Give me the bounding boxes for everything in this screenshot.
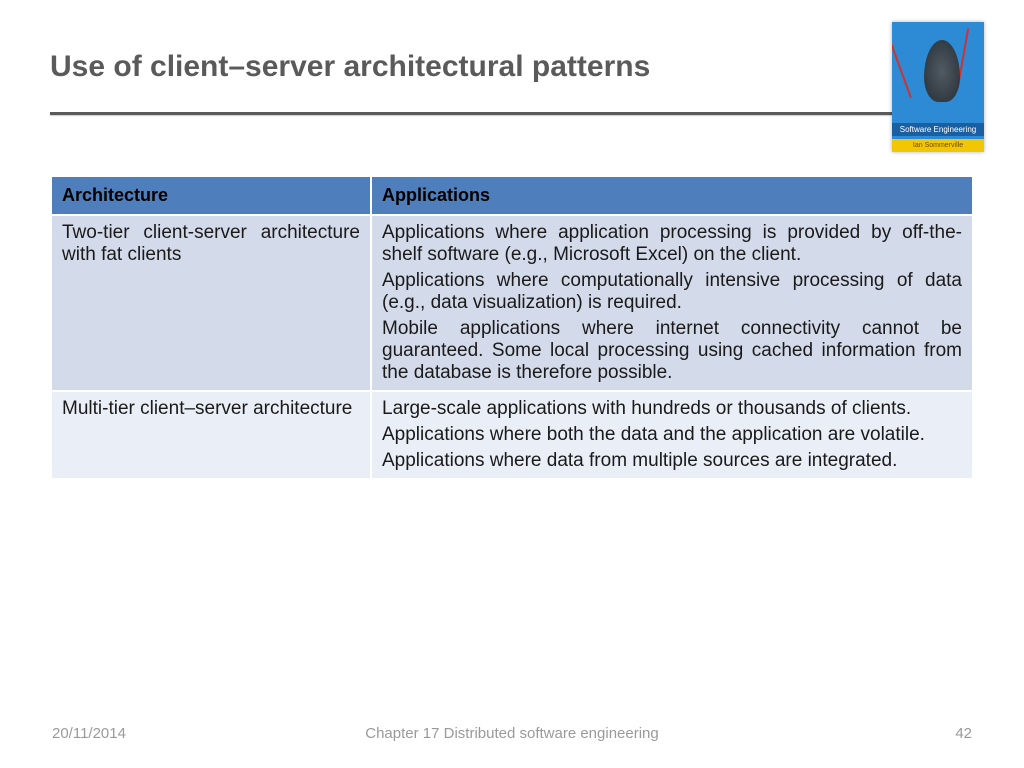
book-author-label: Ian Sommerville <box>892 139 984 152</box>
architecture-cell: Multi-tier client–server architecture <box>51 391 371 479</box>
table-row: Two-tier client-server architecture with… <box>51 215 973 391</box>
col-header-architecture: Architecture <box>51 176 371 215</box>
footer-page-number: 42 <box>955 725 972 742</box>
application-item: Large-scale applications with hundreds o… <box>382 398 962 420</box>
applications-cell: Applications where application processin… <box>371 215 973 391</box>
application-item: Applications where application processin… <box>382 222 962 266</box>
application-item: Applications where computationally inten… <box>382 270 962 314</box>
applications-cell: Large-scale applications with hundreds o… <box>371 391 973 479</box>
architecture-table: Architecture Applications Two-tier clien… <box>50 175 974 480</box>
book-cover-image: Software Engineering Ian Sommerville <box>892 22 984 152</box>
footer-chapter: Chapter 17 Distributed software engineer… <box>0 725 1024 742</box>
book-series-label: Software Engineering <box>892 123 984 136</box>
table-row: Multi-tier client–server architecture La… <box>51 391 973 479</box>
application-item: Applications where both the data and the… <box>382 424 962 446</box>
footer: 20/11/2014 Chapter 17 Distributed softwa… <box>0 725 1024 742</box>
footer-date: 20/11/2014 <box>52 725 126 742</box>
slide: Use of client–server architectural patte… <box>0 0 1024 768</box>
page-title: Use of client–server architectural patte… <box>50 50 974 112</box>
col-header-applications: Applications <box>371 176 973 215</box>
application-item: Mobile applications where internet conne… <box>382 318 962 384</box>
content-area: Architecture Applications Two-tier clien… <box>0 115 1024 480</box>
header: Use of client–server architectural patte… <box>0 0 1024 115</box>
title-divider <box>50 112 974 115</box>
table-header-row: Architecture Applications <box>51 176 973 215</box>
architecture-cell: Two-tier client-server architecture with… <box>51 215 371 391</box>
application-item: Applications where data from multiple so… <box>382 450 962 472</box>
